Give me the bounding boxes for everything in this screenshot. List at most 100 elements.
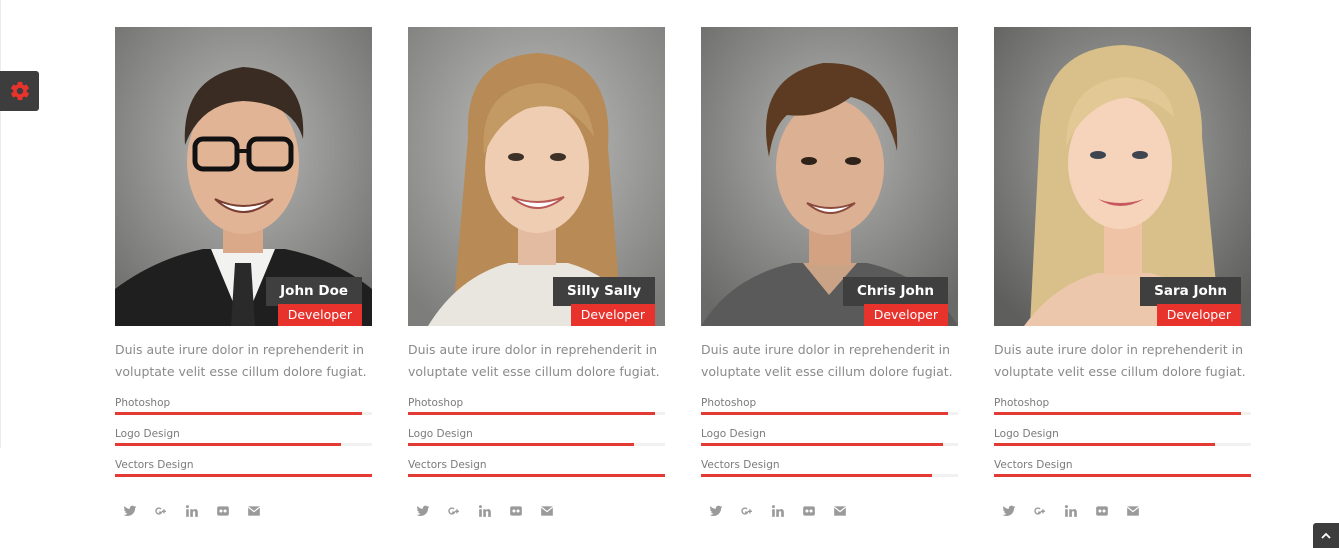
chevron-up-icon (1321, 532, 1331, 539)
member-name: Sara John (1140, 277, 1241, 306)
twitter-icon (1002, 505, 1016, 517)
skill-label: Vectors Design (408, 459, 487, 471)
email-link[interactable] (246, 503, 262, 519)
email-link[interactable] (1125, 503, 1141, 519)
skill-track (408, 474, 665, 477)
twitter-link[interactable] (708, 503, 724, 519)
member-photo: Sara John Developer (994, 27, 1251, 326)
twitter-link[interactable] (415, 503, 431, 519)
email-icon (540, 506, 554, 516)
team-member-card: Chris John Developer Duis aute irure dol… (701, 27, 958, 519)
google-plus-icon (741, 507, 752, 515)
skill-track (115, 474, 372, 477)
skill-track (701, 443, 958, 446)
skill-fill (408, 412, 655, 415)
skill-bar: Logo Design (115, 426, 372, 457)
skills-list: Photoshop Logo Design Vectors Design (115, 395, 372, 488)
member-description: Duis aute irure dolor in reprehenderit i… (994, 342, 1246, 379)
skill-fill (408, 443, 635, 446)
linkedin-icon (478, 505, 491, 517)
skill-fill (115, 474, 372, 477)
skill-track (994, 443, 1251, 446)
skill-track (994, 474, 1251, 477)
skill-label: Photoshop (701, 397, 757, 409)
member-description: Duis aute irure dolor in reprehenderit i… (701, 342, 953, 379)
twitter-link[interactable] (1001, 503, 1017, 519)
twitter-icon (123, 505, 137, 517)
settings-toggle-button[interactable] (0, 71, 39, 111)
skill-track (115, 412, 372, 415)
skill-fill (408, 474, 665, 477)
skill-fill (994, 474, 1251, 477)
skill-bar: Logo Design (701, 426, 958, 457)
flickr-icon (803, 506, 815, 516)
skill-bar: Vectors Design (994, 457, 1251, 488)
email-link[interactable] (832, 503, 848, 519)
skill-fill (994, 443, 1216, 446)
team-member-card: John Doe Developer Duis aute irure dolor… (115, 27, 372, 519)
flickr-link[interactable] (1094, 503, 1110, 519)
skill-label: Photoshop (115, 397, 171, 409)
flickr-icon (217, 506, 229, 516)
skill-bar: Photoshop (408, 395, 665, 426)
linkedin-link[interactable] (1063, 503, 1079, 519)
google-plus-icon (448, 507, 459, 515)
skill-track (115, 443, 372, 446)
member-name: Silly Sally (553, 277, 655, 306)
email-icon (833, 506, 847, 516)
skill-bar: Vectors Design (701, 457, 958, 488)
skill-bar: Logo Design (994, 426, 1251, 457)
member-role-badge: Developer (863, 304, 948, 326)
flickr-link[interactable] (508, 503, 524, 519)
skill-bar: Vectors Design (408, 457, 665, 488)
google-plus-link[interactable] (446, 503, 462, 519)
member-role-badge: Developer (277, 304, 362, 326)
team-grid: John Doe Developer Duis aute irure dolor… (115, 27, 1251, 519)
skill-track (701, 474, 958, 477)
skill-label: Logo Design (115, 428, 180, 440)
skill-fill (701, 474, 933, 477)
linkedin-icon (771, 505, 784, 517)
email-icon (247, 506, 261, 516)
team-member-card: Sara John Developer Duis aute irure dolo… (994, 27, 1251, 519)
gear-icon (10, 81, 29, 101)
team-member-card: Silly Sally Developer Duis aute irure do… (408, 27, 665, 519)
flickr-link[interactable] (215, 503, 231, 519)
google-plus-icon (155, 507, 166, 515)
skill-bar: Photoshop (115, 395, 372, 426)
google-plus-icon (1034, 507, 1045, 515)
linkedin-link[interactable] (770, 503, 786, 519)
linkedin-link[interactable] (477, 503, 493, 519)
skills-list: Photoshop Logo Design Vectors Design (408, 395, 665, 488)
back-to-top-button[interactable] (1313, 523, 1339, 548)
linkedin-icon (1064, 505, 1077, 517)
linkedin-icon (185, 505, 198, 517)
skill-label: Photoshop (994, 397, 1050, 409)
skill-track (408, 412, 665, 415)
email-link[interactable] (539, 503, 555, 519)
google-plus-link[interactable] (153, 503, 169, 519)
skills-list: Photoshop Logo Design Vectors Design (701, 395, 958, 488)
skill-bar: Photoshop (701, 395, 958, 426)
skill-track (408, 443, 665, 446)
google-plus-link[interactable] (739, 503, 755, 519)
skill-fill (115, 412, 362, 415)
member-role-badge: Developer (1156, 304, 1241, 326)
flickr-icon (1096, 506, 1108, 516)
flickr-link[interactable] (801, 503, 817, 519)
skill-bar: Vectors Design (115, 457, 372, 488)
google-plus-link[interactable] (1032, 503, 1048, 519)
skill-label: Logo Design (994, 428, 1059, 440)
linkedin-link[interactable] (184, 503, 200, 519)
email-icon (1126, 506, 1140, 516)
skill-track (701, 412, 958, 415)
social-links (701, 503, 958, 519)
social-links (115, 503, 372, 519)
twitter-link[interactable] (122, 503, 138, 519)
member-photo: John Doe Developer (115, 27, 372, 326)
skill-fill (701, 412, 948, 415)
twitter-icon (416, 505, 430, 517)
social-links (408, 503, 665, 519)
social-links (994, 503, 1251, 519)
skill-bar: Logo Design (408, 426, 665, 457)
